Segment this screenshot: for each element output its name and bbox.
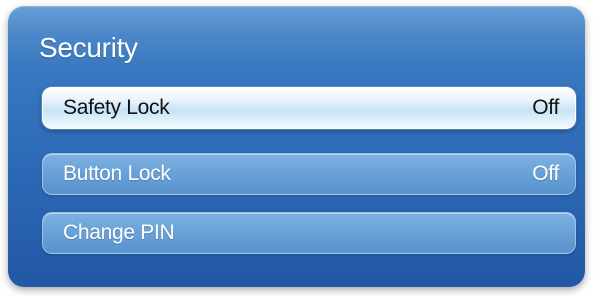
panel-title: Security [39, 32, 138, 63]
menu-item-label: Safety Lock [63, 96, 170, 119]
menu-item-safety-lock[interactable]: Safety Lock Off [42, 87, 576, 129]
menu-item-change-pin[interactable]: Change PIN [42, 212, 576, 254]
menu-item-label: Button Lock [63, 162, 171, 185]
menu-item-value: Off [532, 162, 559, 185]
menu-item-value: Off [532, 96, 559, 119]
security-menu-panel: Security Safety Lock Off Button Lock Off… [8, 6, 585, 287]
menu-item-button-lock[interactable]: Button Lock Off [42, 153, 576, 195]
menu-item-label: Change PIN [63, 221, 175, 244]
